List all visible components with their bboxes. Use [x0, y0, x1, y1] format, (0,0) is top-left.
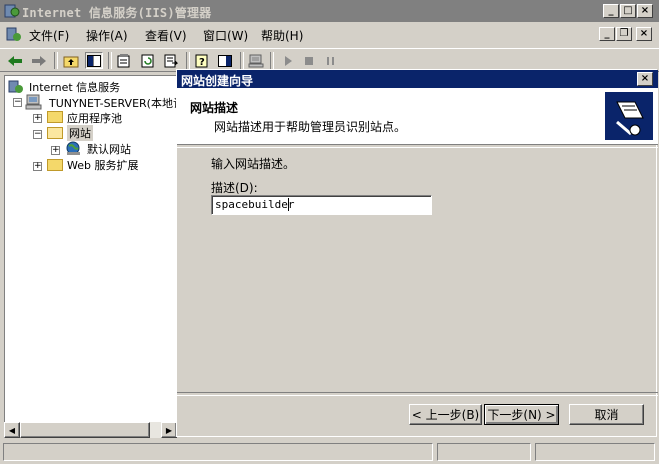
wizard-close-button[interactable]: ×	[637, 72, 653, 86]
wizard-instruction: 输入网站描述。	[211, 157, 296, 171]
tree-pane: Internet 信息服务 − TUNYNET-SERVER(本地计 + 应用程…	[4, 75, 177, 437]
wizard-header-subtitle: 网站描述用于帮助管理员识别站点。	[214, 120, 407, 134]
child-restore-button[interactable]: ❐	[616, 27, 632, 41]
tree-horizontal-scrollbar[interactable]: ◀ ▶	[4, 422, 177, 438]
child-minimize-button[interactable]: _	[599, 27, 615, 41]
folder-icon	[47, 111, 63, 123]
folder-icon	[47, 159, 63, 171]
stop-icon[interactable]	[300, 52, 318, 69]
wizard-title-bar: 网站创建向导 ×	[177, 70, 658, 88]
menu-bar: 文件(F) 操作(A) 查看(V) 窗口(W) 帮助(H) _ ❐ ×	[0, 24, 659, 46]
globe-icon	[66, 141, 80, 155]
help-icon[interactable]: ?	[193, 52, 211, 69]
status-bar	[0, 440, 659, 464]
child-close-button[interactable]: ×	[636, 27, 652, 41]
description-input[interactable]: spacebuilder	[211, 195, 432, 215]
cancel-button[interactable]: 取消	[569, 404, 644, 425]
website-wizard-dialog: 网站创建向导 × 网站描述 网站描述用于帮助管理员识别站点。 输入网站描述。 描…	[176, 69, 658, 437]
server-icon	[25, 94, 42, 110]
back-button[interactable]: < 上一步(B)	[409, 404, 482, 425]
tree-root-label[interactable]: Internet 信息服务	[29, 79, 120, 95]
wizard-header: 网站描述 网站描述用于帮助管理员识别站点。	[177, 88, 658, 145]
tree-server-label[interactable]: TUNYNET-SERVER(本地计	[49, 95, 176, 111]
wizard-tools-icon	[605, 92, 653, 140]
toolbar-separator	[54, 52, 58, 69]
back-arrow-icon[interactable]	[6, 52, 24, 69]
expand-toggle[interactable]: +	[33, 114, 42, 123]
toolbar-separator	[270, 52, 274, 69]
wizard-title: 网站创建向导	[181, 74, 254, 88]
status-pane-2	[437, 443, 531, 461]
tree-app-pools-label[interactable]: 应用程序池	[67, 110, 122, 126]
properties-icon[interactable]	[115, 52, 133, 69]
menu-view[interactable]: 查看(V)	[145, 27, 187, 44]
open-folder-icon	[47, 127, 63, 139]
tree-default-site-label[interactable]: 默认网站	[87, 141, 131, 157]
forward-arrow-icon[interactable]	[30, 52, 48, 69]
show-action-pane-icon[interactable]	[216, 52, 234, 69]
scroll-left-icon[interactable]: ◀	[4, 422, 20, 438]
expand-toggle[interactable]: +	[33, 162, 42, 171]
toolbar-separator	[108, 52, 112, 69]
scroll-thumb[interactable]	[20, 422, 150, 438]
toolbar-separator	[186, 52, 190, 69]
svg-text:?: ?	[199, 57, 205, 68]
description-label: 描述(D):	[211, 181, 258, 195]
collapse-toggle[interactable]: −	[33, 130, 42, 139]
scroll-right-icon[interactable]: ▶	[161, 422, 177, 438]
pause-icon[interactable]	[322, 52, 340, 69]
status-pane-main	[3, 443, 433, 461]
export-list-icon[interactable]	[162, 52, 180, 69]
wizard-header-title: 网站描述	[190, 101, 239, 115]
menu-help[interactable]: 帮助(H)	[261, 27, 303, 44]
up-folder-icon[interactable]	[62, 52, 80, 69]
refresh-icon[interactable]	[139, 52, 157, 69]
show-tree-icon[interactable]	[85, 52, 103, 69]
tree-web-ext-label[interactable]: Web 服务扩展	[67, 157, 138, 173]
description-input-value: spacebuilder	[215, 198, 295, 211]
window-title: Internet 信息服务(IIS)管理器	[22, 6, 212, 20]
play-icon[interactable]	[279, 52, 297, 69]
close-button[interactable]: ×	[637, 4, 653, 18]
tree-websites-label[interactable]: 网站	[67, 125, 93, 141]
status-pane-3	[535, 443, 655, 461]
main-title-bar: Internet 信息服务(IIS)管理器 _ □ ×	[0, 0, 659, 22]
expand-toggle[interactable]: +	[51, 146, 60, 155]
menu-file[interactable]: 文件(F)	[29, 27, 69, 44]
next-button[interactable]: 下一步(N) >	[484, 404, 559, 425]
toolbar-separator	[240, 52, 244, 69]
minimize-button[interactable]: _	[603, 4, 619, 18]
maximize-button[interactable]: □	[620, 4, 636, 18]
header-divider	[177, 144, 658, 148]
footer-divider	[177, 392, 658, 396]
collapse-toggle[interactable]: −	[13, 98, 22, 107]
menu-window[interactable]: 窗口(W)	[203, 27, 248, 44]
mmc-icon	[6, 27, 21, 41]
computer-icon[interactable]	[247, 52, 265, 69]
menu-action[interactable]: 操作(A)	[86, 27, 128, 44]
iis-app-icon	[4, 4, 20, 18]
text-cursor	[288, 198, 289, 211]
iis-root-icon	[8, 80, 23, 93]
